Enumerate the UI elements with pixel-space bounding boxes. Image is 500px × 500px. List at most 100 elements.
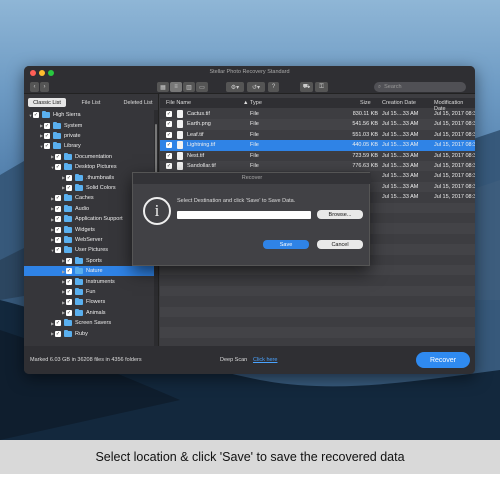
item-checkbox[interactable]: ✓ — [66, 257, 72, 264]
item-checkbox[interactable]: ✓ — [55, 226, 61, 233]
forward-button[interactable]: › — [40, 82, 49, 92]
tree-item-label: Animals — [86, 309, 106, 316]
item-checkbox[interactable]: ✓ — [44, 132, 50, 139]
tree-item-label: Instruments — [86, 278, 115, 285]
item-checkbox[interactable]: ✓ — [55, 320, 61, 327]
header-name[interactable]: File Name — [166, 100, 191, 106]
item-checkbox[interactable]: ✓ — [55, 153, 61, 160]
item-checkbox[interactable]: ✓ — [66, 309, 72, 316]
tree-item-label: Widgets — [75, 226, 95, 233]
tree-item[interactable]: ▼ ✓ Library — [24, 141, 154, 151]
header-type[interactable]: Type — [250, 100, 262, 106]
column-view-button[interactable]: ▥ — [183, 82, 195, 92]
tab-deleted-list[interactable]: Deleted List — [118, 98, 158, 107]
search-placeholder: Search — [384, 84, 402, 90]
tab-file-list[interactable]: File List — [76, 98, 106, 107]
item-checkbox[interactable]: ✓ — [55, 205, 61, 212]
folder-icon — [64, 204, 72, 212]
tree-item[interactable]: ▶ ✓ Ruby — [24, 328, 154, 338]
file-row[interactable]: ✓ Leaf.tif File 551.03 KB Jul 15....33 AM Jul… — [160, 130, 475, 140]
header-creation-date[interactable]: Creation Date — [382, 100, 416, 106]
tree-item[interactable]: ▶ ✓ Fun — [24, 287, 154, 297]
key-icon: ⚿ — [319, 83, 324, 90]
recover-button[interactable]: Recover — [416, 352, 470, 368]
file-row[interactable]: ✓ Sandollar.tif File 776.63 KB Jul 15....33 … — [160, 161, 475, 172]
file-modification-date: Jul 15, 2017 08:33 AM — [434, 194, 475, 201]
header-size[interactable]: Size — [360, 100, 371, 106]
empty-row — [160, 296, 475, 306]
folder-icon — [64, 319, 72, 327]
icon-view-button[interactable]: ▦ — [157, 82, 169, 92]
item-checkbox[interactable]: ✓ — [55, 195, 61, 202]
browse-button[interactable]: Browse... — [317, 210, 363, 219]
cancel-button[interactable]: Cancel — [317, 240, 363, 249]
item-checkbox[interactable]: ✓ — [55, 247, 61, 254]
file-checkbox[interactable]: ✓ — [166, 142, 172, 149]
toolbar: ‹ › ▦ ≡ ▥ ▭ ⚙▾ ↺▾ ? ⛟ ⚿ ⌕ Search — [24, 80, 475, 94]
tree-item[interactable]: ▶ ✓ Animals — [24, 308, 154, 318]
cart-button[interactable]: ⛟ — [300, 82, 313, 92]
folder-icon — [64, 329, 72, 337]
back-button[interactable]: ‹ — [30, 82, 39, 92]
dialog-message: Select Destination and click 'Save' to S… — [177, 198, 296, 204]
item-checkbox[interactable]: ✓ — [55, 236, 61, 243]
history-button[interactable]: ↺▾ — [247, 82, 265, 92]
tree-item-label: Library — [64, 143, 81, 150]
tree-item[interactable]: ▶ ✓ Nature — [24, 266, 154, 277]
file-creation-date: Jul 15....33 AM — [382, 194, 419, 201]
list-view-button[interactable]: ≡ — [170, 82, 182, 92]
item-checkbox[interactable]: ✓ — [44, 143, 50, 150]
file-checkbox[interactable]: ✓ — [166, 152, 172, 159]
tree-item[interactable]: ▶ ✓ System — [24, 120, 154, 130]
search-input[interactable]: ⌕ Search — [374, 82, 466, 92]
tree-item[interactable]: ▶ ✓ Documentation — [24, 152, 154, 162]
settings-button[interactable]: ⚙▾ — [226, 82, 244, 92]
save-button[interactable]: Save — [263, 240, 309, 249]
desktop-background: Stellar Photo Recovery Standard ‹ › ▦ ≡ … — [0, 0, 500, 440]
folder-icon — [75, 308, 83, 316]
file-row[interactable]: ✓ Cactus.tif File 830.11 KB Jul 15....33 AM J… — [160, 109, 475, 119]
tree-item[interactable]: ▼ ✓ High Sierra — [24, 110, 154, 120]
file-modification-date: Jul 15, 2017 08:33 AM — [434, 163, 475, 169]
file-checkbox[interactable]: ✓ — [166, 111, 172, 117]
file-icon — [177, 151, 183, 160]
file-row[interactable]: ✓ Earth.png File 541.56 KB Jul 15....33 AM Ju… — [160, 119, 475, 130]
tree-item[interactable]: ▶ ✓ private — [24, 131, 154, 141]
caption-bar: Select location & click 'Save' to save t… — [0, 440, 500, 474]
tab-classic-list[interactable]: Classic List — [28, 98, 66, 107]
item-checkbox[interactable]: ✓ — [66, 268, 72, 275]
file-size: 776.63 KB — [352, 163, 378, 169]
key-button[interactable]: ⚿ — [315, 82, 328, 92]
destination-path-input[interactable] — [177, 211, 311, 219]
file-checkbox[interactable]: ✓ — [166, 163, 172, 169]
item-checkbox[interactable]: ✓ — [44, 122, 50, 129]
item-checkbox[interactable]: ✓ — [66, 299, 72, 306]
item-checkbox[interactable]: ✓ — [66, 184, 72, 191]
cover-flow-button[interactable]: ▭ — [196, 82, 208, 92]
folder-icon — [64, 163, 72, 171]
item-checkbox[interactable]: ✓ — [66, 288, 72, 295]
tree-item-label: Nature — [86, 268, 103, 275]
item-checkbox[interactable]: ✓ — [66, 174, 72, 181]
file-icon — [177, 141, 183, 150]
tree-item[interactable]: ▶ ✓ Flowers — [24, 297, 154, 307]
item-checkbox[interactable]: ✓ — [55, 330, 61, 337]
tree-item[interactable]: ▶ ✓ Screen Savers — [24, 318, 154, 328]
file-checkbox[interactable]: ✓ — [166, 131, 172, 138]
tree-item-label: Caches — [75, 195, 94, 202]
sort-asc-icon: ▲ — [243, 100, 249, 106]
item-checkbox[interactable]: ✓ — [33, 112, 39, 119]
item-checkbox[interactable]: ✓ — [55, 216, 61, 223]
help-button[interactable]: ? — [268, 82, 279, 92]
chevron-right-icon: › — [43, 84, 46, 90]
item-checkbox[interactable]: ✓ — [55, 164, 61, 171]
file-size: 723.59 KB — [352, 152, 378, 159]
file-row[interactable]: ✓ Nest.tif File 723.59 KB Jul 15....33 AM Jul… — [160, 151, 475, 161]
file-row[interactable]: ✓ Lightning.tif File 440.05 KB Jul 15....33 … — [160, 140, 475, 151]
file-checkbox[interactable]: ✓ — [166, 121, 172, 128]
tree-item[interactable]: ▼ ✓ Desktop Pictures — [24, 162, 154, 172]
item-checkbox[interactable]: ✓ — [66, 278, 72, 285]
folder-icon — [53, 142, 61, 150]
tree-item[interactable]: ▶ ✓ Instruments — [24, 276, 154, 286]
deep-scan-link[interactable]: Click here — [253, 357, 277, 363]
